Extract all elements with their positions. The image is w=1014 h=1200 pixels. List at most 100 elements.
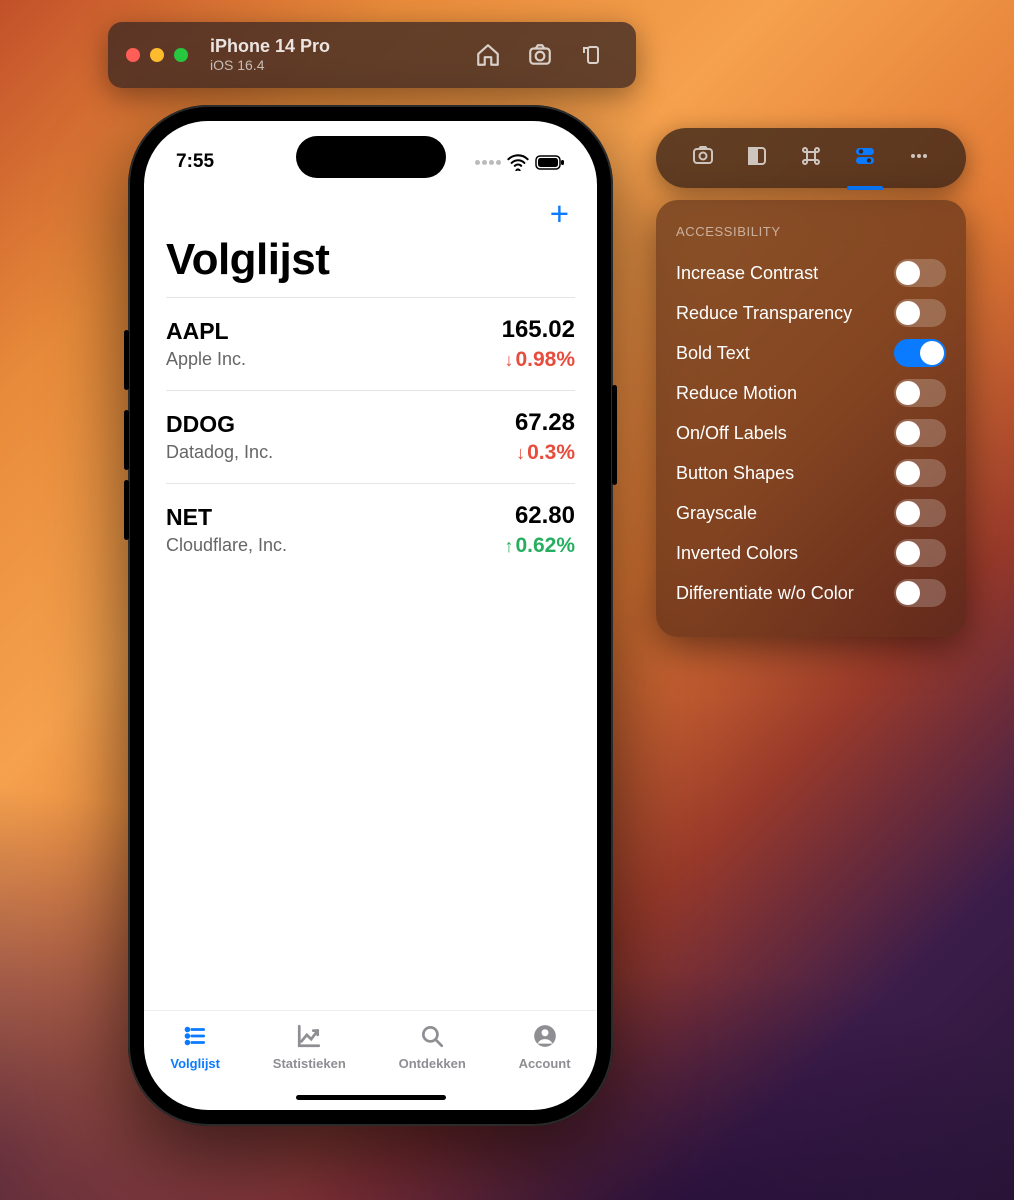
- phone-frame: 7:55 + Volglijst AAPLApple Inc.165.02↓0.…: [128, 105, 613, 1126]
- tab-label: Volglijst: [170, 1056, 220, 1071]
- tab-volglijst[interactable]: Volglijst: [170, 1023, 220, 1071]
- stock-change: ↑0.62%: [504, 534, 575, 558]
- toggles-icon: [853, 144, 877, 168]
- status-time: 7:55: [176, 151, 214, 173]
- accessibility-option-label: Reduce Motion: [676, 383, 797, 404]
- battery-icon: [535, 155, 565, 170]
- toggle-switch[interactable]: [894, 259, 946, 287]
- keyboard-button[interactable]: [799, 144, 823, 173]
- environment-icon: [691, 144, 715, 168]
- stock-change: ↓0.3%: [515, 441, 575, 465]
- watchlist-row[interactable]: DDOG Datadog, Inc. 67.28 ↓0.3%: [166, 390, 575, 483]
- tab-label: Ontdekken: [399, 1056, 466, 1071]
- accessibility-option-label: Differentiate w/o Color: [676, 583, 854, 604]
- toggle-switch[interactable]: [894, 419, 946, 447]
- window-zoom-button[interactable]: [174, 48, 188, 62]
- toggle-switch[interactable]: [894, 539, 946, 567]
- stock-price: 165.02: [502, 316, 575, 344]
- appearance-icon: [745, 144, 769, 168]
- ellipsis-icon: [907, 144, 931, 168]
- accessibility-option-label: Increase Contrast: [676, 263, 818, 284]
- window-traffic-lights: [126, 48, 188, 62]
- watchlist-row[interactable]: AAPLApple Inc.165.02↓0.98%: [166, 297, 575, 390]
- simulator-title: iPhone 14 Pro iOS 16.4: [210, 36, 462, 74]
- toggle-switch[interactable]: [894, 379, 946, 407]
- arrow-down-icon: ↓: [504, 350, 513, 371]
- list-icon: [180, 1023, 210, 1052]
- rotate-icon: [580, 43, 604, 67]
- tab-statistieken[interactable]: Statistieken: [273, 1023, 346, 1071]
- appearance-button[interactable]: [745, 144, 769, 173]
- os-version: iOS 16.4: [210, 57, 462, 74]
- switch-knob: [896, 581, 920, 605]
- search-icon: [417, 1023, 447, 1052]
- dynamic-island: [296, 136, 446, 178]
- stock-company: Datadog, Inc.: [166, 442, 273, 463]
- command-icon: [799, 144, 823, 168]
- stock-change: ↓0.98%: [502, 348, 575, 372]
- switch-knob: [896, 381, 920, 405]
- stock-symbol: AAPL: [166, 318, 246, 345]
- accessibility-option-label: Inverted Colors: [676, 543, 798, 564]
- stock-company: Cloudflare, Inc.: [166, 535, 287, 556]
- account-icon: [530, 1023, 560, 1052]
- home-button[interactable]: [462, 42, 514, 68]
- cellular-icon: [475, 160, 501, 165]
- toggle-switch[interactable]: [894, 459, 946, 487]
- accessibility-option-label: Button Shapes: [676, 463, 794, 484]
- arrow-up-icon: ↑: [504, 536, 513, 557]
- accessibility-row: Reduce Transparency: [676, 293, 946, 333]
- switch-knob: [896, 421, 920, 445]
- tab-label: Account: [519, 1056, 571, 1071]
- accessibility-option-label: Grayscale: [676, 503, 757, 524]
- tab-ontdekken[interactable]: Ontdekken: [399, 1023, 466, 1071]
- add-button[interactable]: +: [550, 197, 569, 230]
- switch-knob: [896, 501, 920, 525]
- rotate-button[interactable]: [566, 43, 618, 67]
- accessibility-row: Reduce Motion: [676, 373, 946, 413]
- stock-price: 67.28: [515, 409, 575, 437]
- accessibility-button[interactable]: [853, 144, 877, 173]
- accessibility-heading: ACCESSIBILITY: [676, 224, 946, 239]
- accessibility-row: Grayscale: [676, 493, 946, 533]
- accessibility-row: Increase Contrast: [676, 253, 946, 293]
- watchlist-row[interactable]: NET Cloudflare, Inc. 62.80 ↑0.62%: [166, 483, 575, 576]
- home-icon: [475, 42, 501, 68]
- switch-knob: [896, 301, 920, 325]
- window-minimize-button[interactable]: [150, 48, 164, 62]
- switch-knob: [896, 541, 920, 565]
- phone-screen: 7:55 + Volglijst AAPLApple Inc.165.02↓0.…: [144, 121, 597, 1110]
- accessibility-panel: ACCESSIBILITY Increase Contrast Reduce Tr…: [656, 200, 966, 637]
- switch-knob: [896, 461, 920, 485]
- accessibility-option-label: On/Off Labels: [676, 423, 787, 444]
- accessibility-option-label: Bold Text: [676, 343, 750, 364]
- accessibility-row: Button Shapes: [676, 453, 946, 493]
- debug-panel-toolbar: [656, 128, 966, 188]
- tab-label: Statistieken: [273, 1056, 346, 1071]
- accessibility-row: Bold Text: [676, 333, 946, 373]
- more-button[interactable]: [907, 144, 931, 173]
- toggle-switch[interactable]: [894, 339, 946, 367]
- home-indicator[interactable]: [296, 1095, 446, 1100]
- nav-bar: +: [144, 191, 597, 235]
- stock-price: 62.80: [504, 502, 575, 530]
- stock-symbol: DDOG: [166, 411, 273, 438]
- accessibility-row: Inverted Colors: [676, 533, 946, 573]
- stock-symbol: NET: [166, 504, 287, 531]
- toggle-switch[interactable]: [894, 579, 946, 607]
- screenshot-icon: [527, 42, 553, 68]
- plus-icon: +: [550, 195, 569, 232]
- accessibility-row: Differentiate w/o Color: [676, 573, 946, 613]
- toggle-switch[interactable]: [894, 499, 946, 527]
- toggle-switch[interactable]: [894, 299, 946, 327]
- window-close-button[interactable]: [126, 48, 140, 62]
- simulator-toolbar: iPhone 14 Pro iOS 16.4: [108, 22, 636, 88]
- environment-overrides-button[interactable]: [691, 144, 715, 173]
- accessibility-row: On/Off Labels: [676, 413, 946, 453]
- tab-account[interactable]: Account: [519, 1023, 571, 1071]
- wifi-icon: [507, 153, 529, 171]
- screenshot-button[interactable]: [514, 42, 566, 68]
- chart-icon: [294, 1023, 324, 1052]
- page-title: Volglijst: [144, 235, 597, 297]
- arrow-down-icon: ↓: [516, 443, 525, 464]
